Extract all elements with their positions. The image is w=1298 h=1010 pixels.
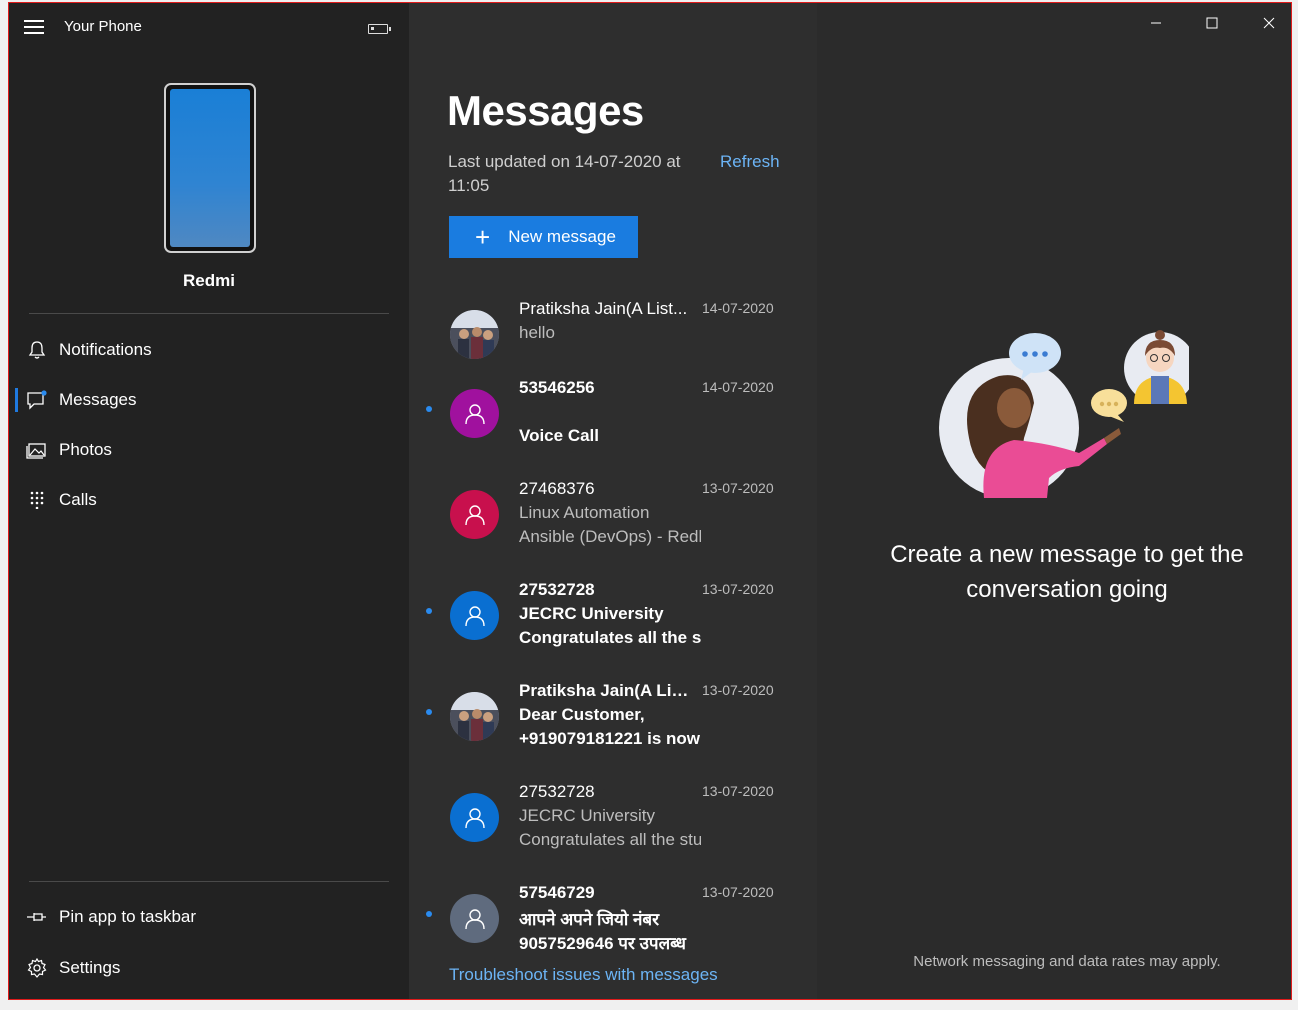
new-message-label: New message xyxy=(508,227,616,246)
message-date: 14-07-2020 xyxy=(702,379,774,395)
plus-icon: + xyxy=(475,222,491,252)
dialpad-icon xyxy=(15,491,59,509)
contact-avatar xyxy=(450,591,499,640)
message-date: 13-07-2020 xyxy=(702,581,774,597)
contact-name: 53546256 xyxy=(519,378,595,397)
message-preview-line: JECRC University xyxy=(519,604,664,623)
conversation-item[interactable]: 57546729 13-07-2020 आपने अपने जियो नंबर 905… xyxy=(409,871,817,967)
contact-name: Pratiksha Jain(A List... xyxy=(519,299,688,318)
message-preview-line: Ansible (DevOps) - Redl xyxy=(519,527,701,546)
person-icon xyxy=(464,504,485,525)
pin-to-taskbar-button[interactable]: Pin app to taskbar xyxy=(15,894,409,940)
troubleshoot-link[interactable]: Troubleshoot issues with messages xyxy=(449,965,718,985)
person-icon xyxy=(464,403,485,424)
message-preview-line: आपने अपने जियो नंबर xyxy=(519,910,660,929)
pin-label: Pin app to taskbar xyxy=(59,907,197,926)
bell-icon xyxy=(15,340,59,360)
maximize-button[interactable] xyxy=(1189,11,1235,35)
contact-name: Pratiksha Jain(A List... xyxy=(519,681,691,700)
message-preview-line: Congratulates all the st xyxy=(519,628,701,647)
photos-icon xyxy=(15,441,59,459)
message-preview-line: JECRC University xyxy=(519,806,656,825)
person-icon xyxy=(464,605,485,626)
gear-icon xyxy=(15,958,59,978)
contact-avatar xyxy=(450,389,499,438)
contact-avatar xyxy=(450,310,499,359)
nav-item-photos[interactable]: Photos xyxy=(15,427,409,473)
nav-label: Messages xyxy=(59,390,137,409)
unread-indicator xyxy=(426,911,432,917)
message-preview-line: Congratulates all the stu xyxy=(519,830,701,849)
page-title: Messages xyxy=(447,87,644,134)
app-window: Your Phone Redmi Notifications Messages … xyxy=(8,2,1292,1000)
nav-label: Photos xyxy=(59,440,112,459)
message-date: 13-07-2020 xyxy=(702,783,774,799)
last-updated-text: Last updated on 14-07-2020 at 11:05 xyxy=(448,152,681,195)
contact-avatar xyxy=(450,894,499,943)
message-date: 13-07-2020 xyxy=(702,480,774,496)
message-preview-line: Linux Automation xyxy=(519,503,650,522)
message-date: 13-07-2020 xyxy=(702,682,774,698)
minimize-button[interactable] xyxy=(1133,11,1179,35)
empty-state-text: Create a new message to get the conversa… xyxy=(890,541,1244,603)
app-title: Your Phone xyxy=(64,18,142,35)
conversation-item[interactable]: Pratiksha Jain(A List... 13-07-2020 Dear C… xyxy=(409,669,817,765)
unread-indicator xyxy=(426,608,432,614)
refresh-link[interactable]: Refresh xyxy=(720,152,780,172)
settings-button[interactable]: Settings xyxy=(15,945,409,991)
device-name: Redmi xyxy=(183,271,235,290)
contact-avatar xyxy=(450,692,499,741)
close-button[interactable] xyxy=(1246,11,1291,35)
phone-image xyxy=(164,83,256,253)
message-icon xyxy=(15,390,59,410)
conversation-pane: Create a new message to get the conversa… xyxy=(817,3,1291,999)
new-message-button[interactable]: + New message xyxy=(449,216,638,258)
message-preview-line: Voice Call xyxy=(519,426,599,445)
nav-item-calls[interactable]: Calls xyxy=(15,477,409,523)
contact-avatar xyxy=(450,490,499,539)
unread-indicator xyxy=(426,406,432,412)
maximize-icon xyxy=(1206,17,1218,29)
close-icon xyxy=(1263,17,1275,29)
unread-indicator xyxy=(426,709,432,715)
sidebar: Your Phone Redmi Notifications Messages … xyxy=(9,3,409,999)
contact-name: 27532728 xyxy=(519,580,595,599)
hamburger-menu-icon[interactable] xyxy=(24,20,44,34)
nav-label: Notifications xyxy=(59,340,152,359)
conversation-item[interactable]: 27468376 13-07-2020 Linux Automation Ansibl… xyxy=(409,467,817,563)
nav-label: Calls xyxy=(59,490,97,509)
conversation-item[interactable]: 53546256 14-07-2020 Voice Call xyxy=(409,366,817,462)
contact-name: 57546729 xyxy=(519,883,595,902)
minimize-icon xyxy=(1151,22,1161,24)
message-date: 14-07-2020 xyxy=(702,300,774,316)
nav-item-messages[interactable]: Messages xyxy=(15,377,409,423)
conversation-item[interactable]: 27532728 13-07-2020 JECRC University Congra… xyxy=(409,568,817,664)
battery-icon xyxy=(368,24,391,34)
message-preview-line: +919079181221 is now a xyxy=(519,729,701,748)
divider xyxy=(29,313,389,314)
message-preview-line: Dear Customer, xyxy=(519,705,645,724)
message-preview-line: hello xyxy=(519,323,555,342)
message-preview-line: 9057529646 पर उपलब्ध xyxy=(519,934,686,953)
settings-label: Settings xyxy=(59,958,121,977)
nav-item-notifications[interactable]: Notifications xyxy=(15,327,409,373)
contact-photo xyxy=(450,692,499,741)
rates-footnote: Network messaging and data rates may app… xyxy=(913,953,1221,970)
contact-name: 27532728 xyxy=(519,782,595,801)
person-icon xyxy=(464,908,485,929)
conversation-illustration xyxy=(939,330,1189,498)
conversation-item[interactable]: 27532728 13-07-2020 JECRC University Congra… xyxy=(409,770,817,866)
message-date: 13-07-2020 xyxy=(702,884,774,900)
contact-photo xyxy=(450,310,499,359)
person-icon xyxy=(464,807,485,828)
contact-name: 27468376 xyxy=(519,479,595,498)
contact-avatar xyxy=(450,793,499,842)
divider xyxy=(29,881,389,882)
pin-icon xyxy=(15,910,59,924)
message-list-pane: Messages Last updated on 14-07-2020 at 1… xyxy=(409,3,817,999)
